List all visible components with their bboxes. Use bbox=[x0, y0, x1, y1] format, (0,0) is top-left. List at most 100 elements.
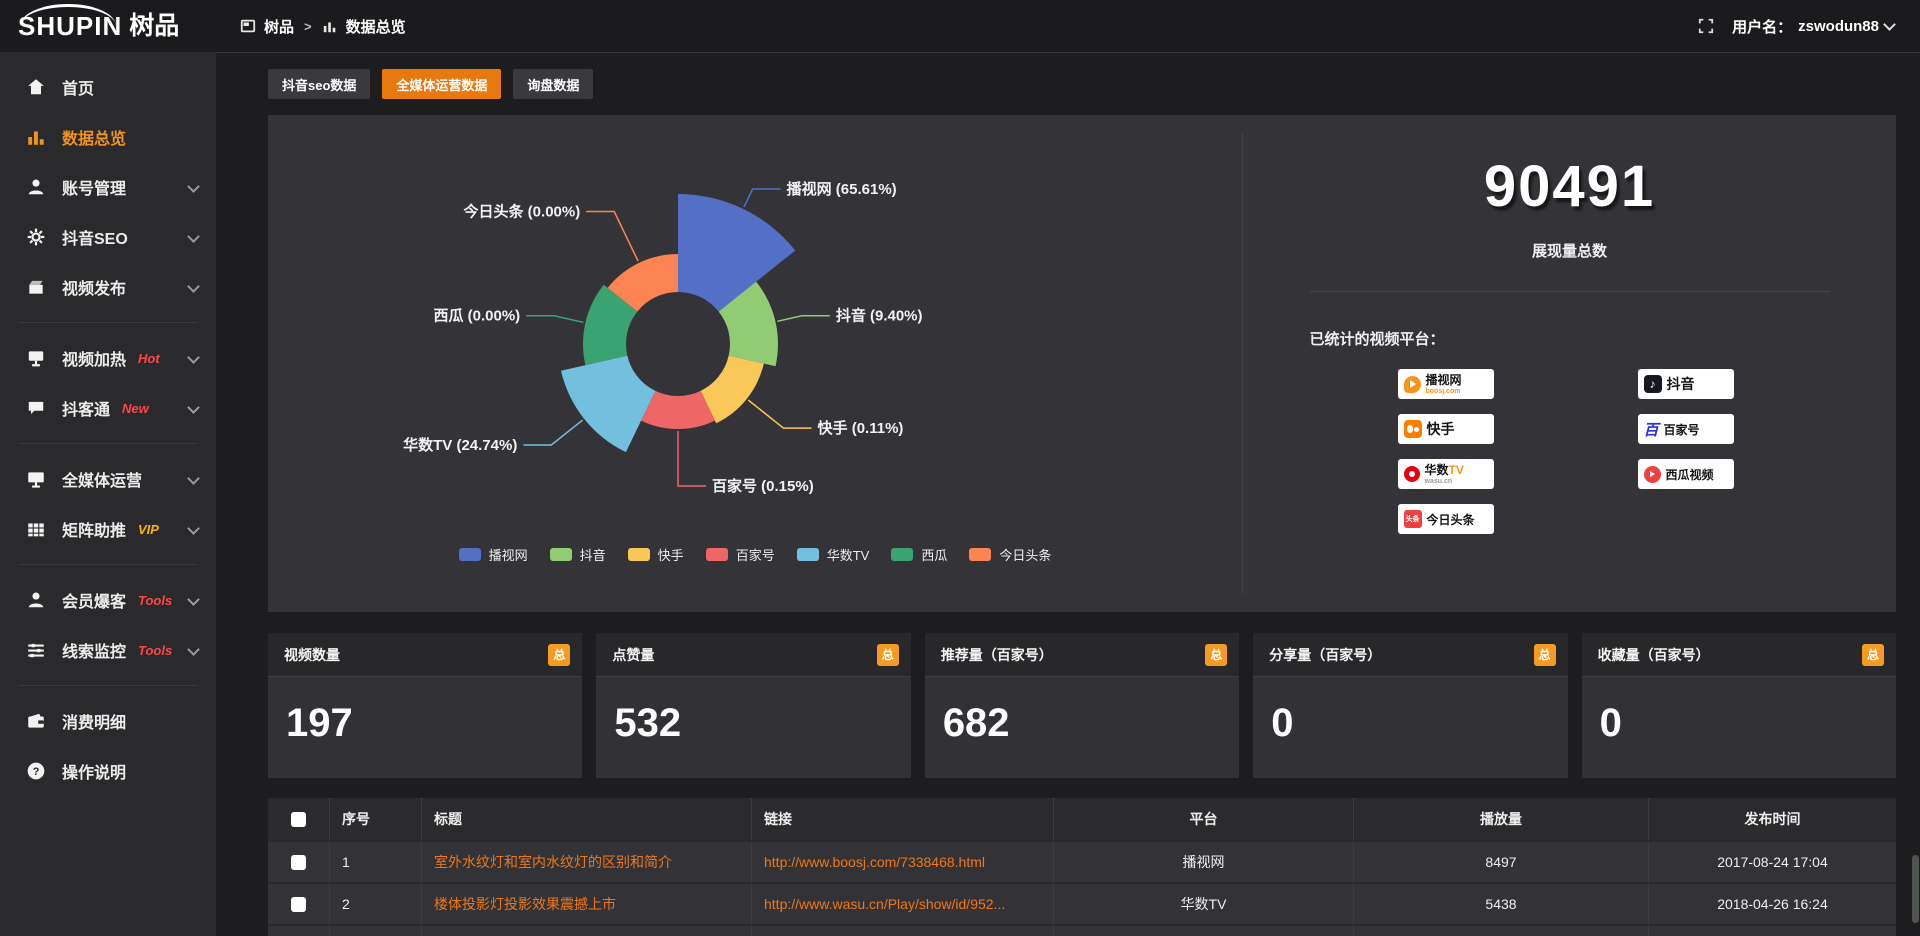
stat-value: 532 bbox=[596, 677, 910, 746]
legend-label: 快手 bbox=[658, 545, 684, 564]
impressions-total-label: 展现量总数 bbox=[1532, 240, 1607, 261]
pie-leader-line bbox=[748, 400, 811, 428]
legend-item-1[interactable]: 播视网 bbox=[459, 545, 528, 564]
logo-arc bbox=[20, 4, 116, 26]
legend-swatch bbox=[550, 548, 572, 561]
sidebar-item-video-publish[interactable]: 视频发布 bbox=[0, 262, 216, 312]
breadcrumb-app[interactable]: 树品 bbox=[264, 16, 294, 37]
sidebar-item-lead-monitor[interactable]: 线索监控 Tools bbox=[0, 625, 216, 675]
sidebar-item-help[interactable]: ? 操作说明 bbox=[0, 746, 216, 796]
sidebar-item-omnimedia[interactable]: 全媒体运营 bbox=[0, 454, 216, 504]
svg-text:?: ? bbox=[33, 766, 40, 778]
hot-badge: Hot bbox=[138, 351, 160, 366]
legend-item-5[interactable]: 华数TV bbox=[797, 545, 870, 564]
user-menu[interactable]: 用户名：zswodun88 bbox=[1732, 16, 1894, 37]
main-content: 抖音seo数据 全媒体运营数据 询盘数据 播视网 (65.61%)抖音 (9.4… bbox=[216, 52, 1920, 936]
platform-badges: 播视网boosj.com 快手 华数TVwasu.cn 头条 今日头条 bbox=[1398, 369, 1830, 534]
pie-leader-line bbox=[744, 189, 781, 207]
home-icon bbox=[26, 77, 46, 97]
legend-swatch bbox=[797, 548, 819, 561]
sidebar-item-video-heat[interactable]: 视频加热 Hot bbox=[0, 333, 216, 383]
stat-card-shares: 分享量（百家号）总 0 bbox=[1253, 633, 1567, 778]
legend-item-2[interactable]: 抖音 bbox=[550, 545, 606, 564]
sidebar-item-member-tools[interactable]: 会员爆客 Tools bbox=[0, 575, 216, 625]
chevron-down-icon bbox=[187, 351, 200, 364]
user-icon bbox=[26, 177, 46, 197]
sidebar-divider bbox=[18, 322, 198, 323]
video-url-link[interactable]: http://www.boosj.com/7338468.html bbox=[764, 854, 985, 870]
video-title-link[interactable]: 楼体投影灯投影效果震撼上市 bbox=[434, 894, 616, 914]
cell-no: 1 bbox=[330, 842, 422, 882]
pie-leader-line bbox=[586, 212, 638, 262]
pie-leader-line bbox=[678, 431, 706, 486]
row-checkbox[interactable] bbox=[291, 897, 306, 912]
sliders-icon bbox=[26, 640, 46, 660]
table-row-clipped bbox=[268, 926, 1896, 936]
video-title-link[interactable]: 室外水纹灯和室内水纹灯的区别和简介 bbox=[434, 852, 672, 872]
col-header-title: 标题 bbox=[422, 798, 752, 840]
baijiahao-logo-icon: 百 bbox=[1644, 419, 1659, 440]
sidebar-item-matrix-boost[interactable]: 矩阵助推 VIP bbox=[0, 504, 216, 554]
sidebar-divider bbox=[18, 685, 198, 686]
chevron-down-icon bbox=[187, 280, 200, 293]
new-badge: New bbox=[122, 401, 149, 416]
table-row: 2 楼体投影灯投影效果震撼上市 http://www.wasu.cn/Play/… bbox=[268, 884, 1896, 926]
question-circle-icon: ? bbox=[26, 761, 46, 781]
chevron-down-icon bbox=[187, 643, 200, 656]
row-checkbox[interactable] bbox=[291, 855, 306, 870]
col-header-time: 发布时间 bbox=[1649, 798, 1896, 840]
legend-item-3[interactable]: 快手 bbox=[628, 545, 684, 564]
sidebar-item-douyin-seo[interactable]: 抖音SEO bbox=[0, 212, 216, 262]
tools-badge: Tools bbox=[138, 643, 172, 658]
legend-label: 华数TV bbox=[827, 545, 870, 564]
video-url-link[interactable]: http://www.wasu.cn/Play/show/id/952... bbox=[764, 896, 1005, 912]
pie-slice-1[interactable] bbox=[678, 194, 795, 312]
bar-chart-icon bbox=[322, 18, 338, 34]
fullscreen-icon[interactable] bbox=[1698, 18, 1714, 34]
chevron-down-icon bbox=[187, 230, 200, 243]
table-header-row: 序号 标题 链接 平台 播放量 发布时间 bbox=[268, 798, 1896, 842]
legend-item-6[interactable]: 西瓜 bbox=[891, 545, 947, 564]
sidebar-item-accounts[interactable]: 账号管理 bbox=[0, 162, 216, 212]
platform-badge-baijiahao: 百 百家号 bbox=[1638, 414, 1734, 444]
platform-badge-boosj: 播视网boosj.com bbox=[1398, 369, 1494, 399]
sidebar-item-douketong[interactable]: 抖客通 New bbox=[0, 383, 216, 433]
grid-icon bbox=[26, 519, 46, 539]
sidebar-item-spend-details[interactable]: 消费明细 bbox=[0, 696, 216, 746]
topbar-right: 用户名：zswodun88 bbox=[1698, 16, 1920, 37]
chevron-down-icon bbox=[187, 593, 200, 606]
cell-plays: 5438 bbox=[1354, 884, 1649, 924]
sidebar-item-data-overview[interactable]: 数据总览 bbox=[0, 112, 216, 162]
legend-swatch bbox=[459, 548, 481, 561]
col-header-no: 序号 bbox=[330, 798, 422, 840]
stat-value: 0 bbox=[1253, 677, 1567, 746]
videos-table: 序号 标题 链接 平台 播放量 发布时间 1 室外水纹灯和室内水纹灯的区别和简介… bbox=[268, 798, 1896, 936]
tab-douyin-seo-data[interactable]: 抖音seo数据 bbox=[268, 69, 370, 99]
sidebar-item-home[interactable]: 首页 bbox=[0, 62, 216, 112]
legend-item-7[interactable]: 今日头条 bbox=[969, 545, 1051, 564]
pie-leader-line bbox=[526, 316, 583, 323]
chevron-down-icon bbox=[187, 180, 200, 193]
legend-item-4[interactable]: 百家号 bbox=[706, 545, 775, 564]
tools-badge: Tools bbox=[138, 593, 172, 608]
platforms-label: 已统计的视频平台： bbox=[1310, 328, 1830, 349]
platform-badge-toutiao: 头条 今日头条 bbox=[1398, 504, 1494, 534]
tab-inquiry-data[interactable]: 询盘数据 bbox=[513, 69, 593, 99]
chart-legend: 播视网 抖音 快手 百家号 华数TV 西瓜 今日头条 bbox=[459, 545, 1052, 564]
sidebar: 首页 数据总览 账号管理 抖音SEO 视频发布 视频加热 Hot bbox=[0, 52, 216, 936]
select-all-checkbox[interactable] bbox=[291, 812, 306, 827]
rose-pie-chart[interactable]: 播视网 (65.61%)抖音 (9.40%)快手 (0.11%)百家号 (0.1… bbox=[268, 137, 1242, 541]
toutiao-logo-icon: 头条 bbox=[1404, 510, 1422, 528]
monitor-icon bbox=[26, 469, 46, 489]
cell-platform: 华数TV bbox=[1054, 884, 1354, 924]
douyin-logo-icon: ♪ bbox=[1644, 375, 1662, 393]
pie-slice-5[interactable] bbox=[561, 356, 655, 453]
rose-chart-area[interactable]: 播视网 (65.61%)抖音 (9.40%)快手 (0.11%)百家号 (0.1… bbox=[268, 115, 1242, 612]
legend-swatch bbox=[891, 548, 913, 561]
stat-value: 197 bbox=[268, 677, 582, 746]
stat-value: 0 bbox=[1582, 677, 1896, 746]
platform-badge-kuaishou: 快手 bbox=[1398, 414, 1494, 444]
tab-omnimedia-data[interactable]: 全媒体运营数据 bbox=[382, 69, 501, 99]
chevron-down-icon bbox=[187, 472, 200, 485]
scrollbar-thumb[interactable] bbox=[1912, 855, 1919, 923]
